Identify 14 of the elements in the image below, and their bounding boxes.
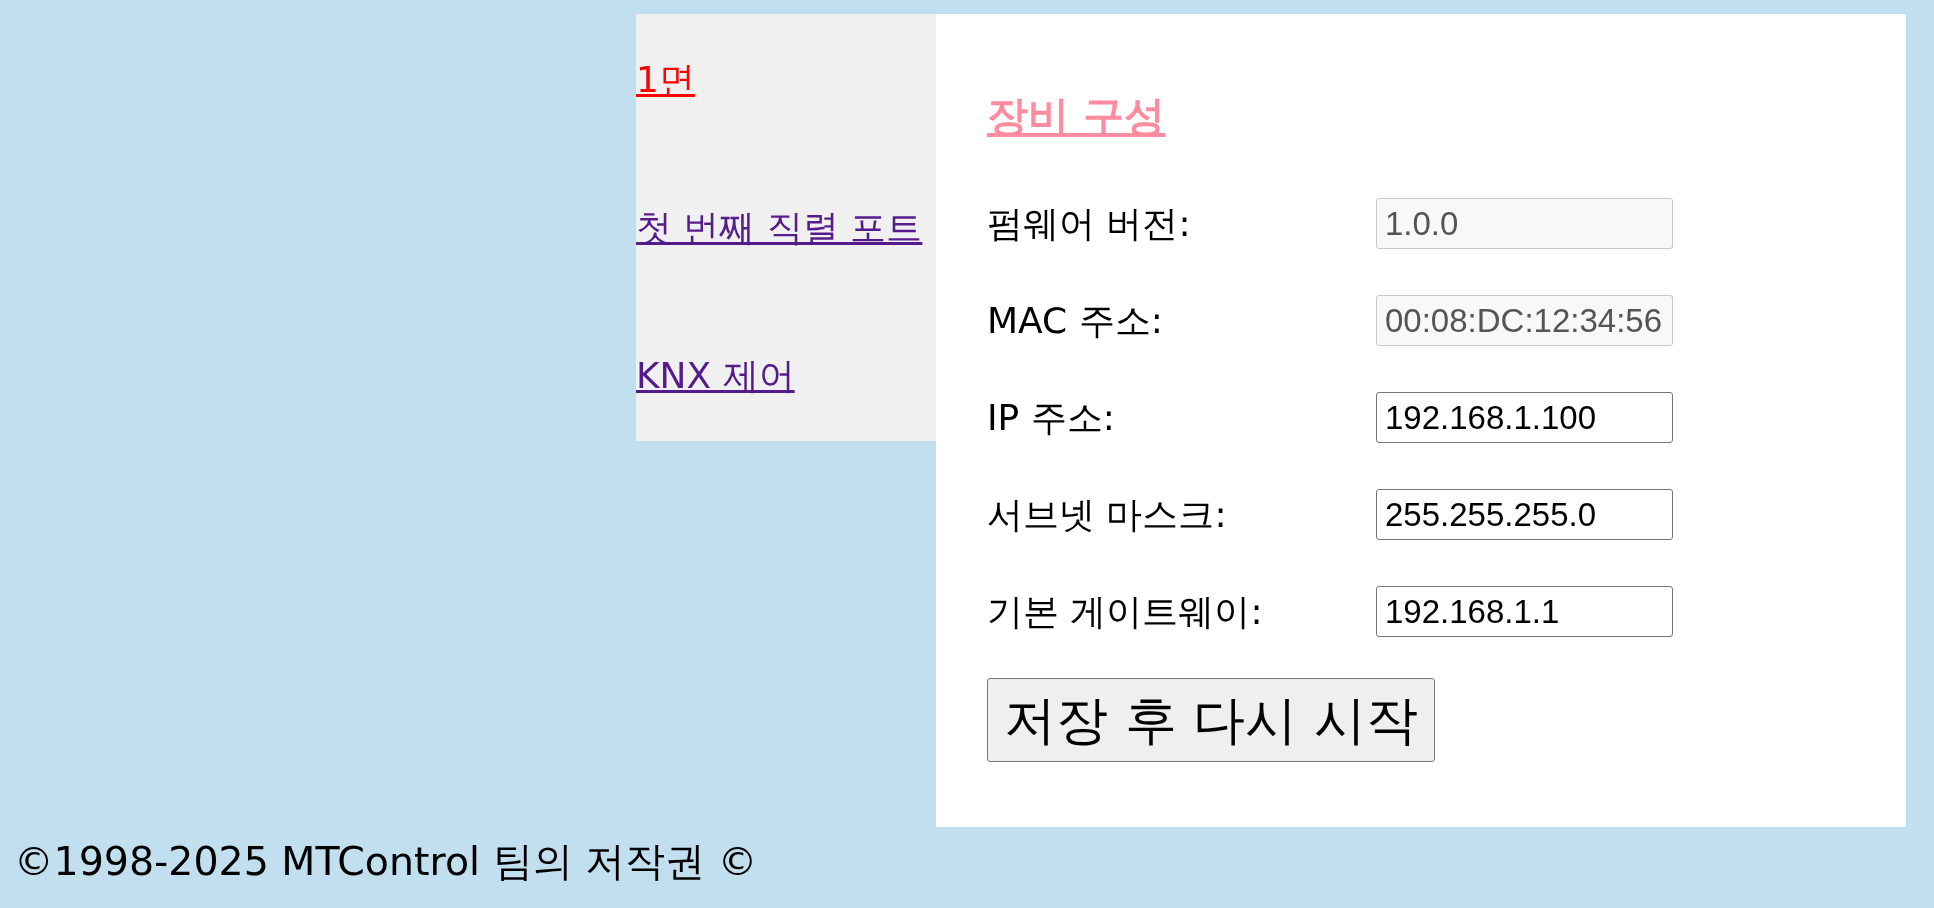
field-label: MAC 주소: — [987, 298, 1164, 343]
field-label: IP 주소: — [987, 395, 1116, 440]
copyright-text: ©1998-2025 MTControl 팀의 저작권 © — [14, 839, 758, 883]
input-field[interactable]: 255.255.255.0 — [1376, 489, 1673, 540]
nav-link[interactable]: 1면 — [636, 58, 695, 102]
field-label: 기본 게이트웨이: — [987, 589, 1264, 634]
field-label: 펌웨어 버전: — [987, 201, 1192, 246]
field-label: 서브넷 마스크: — [987, 492, 1228, 537]
input-field[interactable]: 192.168.1.100 — [1376, 392, 1673, 443]
input-field[interactable]: 192.168.1.1 — [1376, 586, 1673, 637]
save-restart-button[interactable]: 저장 후 다시 시작 — [987, 678, 1435, 762]
nav-link[interactable]: KNX 제어 — [636, 354, 795, 398]
nav-link[interactable]: 첫 번째 직렬 포트 — [636, 206, 923, 250]
section-title: 장비 구성 — [987, 94, 1166, 138]
